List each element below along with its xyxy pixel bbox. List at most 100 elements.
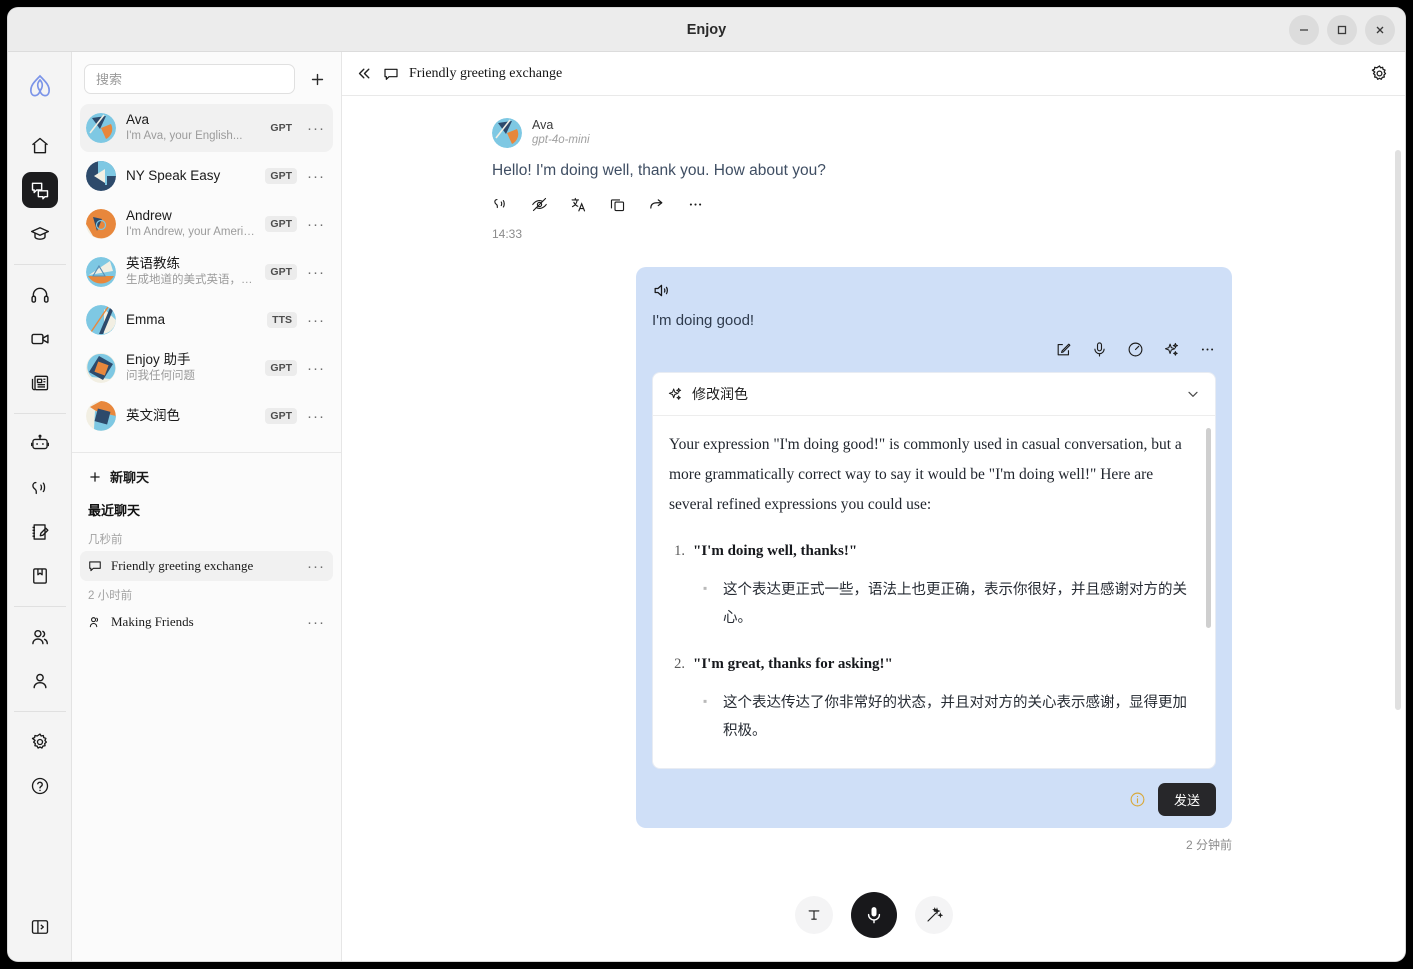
assistant-more-button[interactable]: ··· [307,265,325,280]
sidebar-item-bots[interactable] [22,426,58,462]
eye-off-icon[interactable] [531,196,548,213]
chat-scroll-region: Ava gpt-4o-mini Hello! I'm doing well, t… [342,96,1405,869]
user-message-bubble: I'm doing good! [636,267,1232,828]
sidebar-item-chats[interactable] [22,172,58,208]
sidebar-item-pronunciation[interactable] [22,470,58,506]
sidebar-item-settings[interactable] [22,724,58,760]
sidebar-item-help[interactable] [22,768,58,804]
speaker-icon[interactable] [652,281,1216,300]
chat-item-more-button[interactable]: ··· [307,559,325,574]
magic-wand-icon [925,906,943,924]
magic-tools-button[interactable] [915,896,953,934]
assistant-name: Enjoy 助手 [126,352,255,369]
assistant-badge: GPT [265,168,297,184]
sender-name: Ava [532,118,590,133]
assistant-more-button[interactable]: ··· [307,313,325,328]
chat-item-making-friends[interactable]: Making Friends ··· [80,607,333,637]
assistant-more-button[interactable]: ··· [307,409,325,424]
chat-bubble-icon [88,559,102,573]
assistant-item-emma[interactable]: Emma TTS ··· [80,296,333,344]
assistant-more-button[interactable]: ··· [307,169,325,184]
assistant-text: 英语教练 生成地道的美式英语，纽约... [126,256,255,288]
assistant-text: Enjoy 助手 问我任何问题 [126,352,255,384]
new-chat-button[interactable]: 新聊天 [72,453,341,496]
sidebar-item-home[interactable] [22,128,58,164]
assistant-more-button[interactable]: ··· [307,217,325,232]
bullet-icon: ▪ [703,689,711,746]
collapse-sidebar-button[interactable] [356,65,373,82]
assistant-message-text: Hello! I'm doing well, thank you. How ab… [492,162,1387,180]
sidebar-item-articles[interactable] [22,365,58,401]
panel-scrollbar[interactable] [1206,428,1211,628]
list-item: 1. "I'm doing well, thanks!" [669,543,1197,560]
title-bar: Enjoy [8,8,1405,52]
chevron-down-icon[interactable] [1185,386,1201,402]
close-button[interactable] [1365,15,1395,45]
sidebar-item-profile[interactable] [22,663,58,699]
assistant-text: Ava I'm Ava, your English... [126,112,255,144]
sparkles-icon[interactable] [1163,341,1180,358]
info-circle-icon[interactable] [1129,791,1146,808]
assistant-item-andrew[interactable]: Andrew I'm Andrew, your America... GPT ·… [80,200,333,248]
avatar [86,401,116,431]
voice-record-button[interactable] [851,892,897,938]
translate-icon[interactable] [570,196,587,213]
assistant-badge: GPT [265,360,297,376]
list-item: 2. "I'm great, thanks for asking!" [669,656,1197,673]
assistant-message-time: 14:33 [492,227,1387,241]
minimize-button[interactable] [1289,15,1319,45]
avatar [86,257,116,287]
more-icon[interactable] [1199,341,1216,358]
assistant-message-actions [492,196,1387,213]
sidebar-item-community[interactable] [22,619,58,655]
chat-item-friendly-greeting-exchange[interactable]: Friendly greeting exchange ··· [80,551,333,581]
chevron-double-left-icon [356,65,373,82]
toggle-sidebar-button[interactable] [22,909,58,945]
assistant-desc: I'm Andrew, your America... [126,225,255,241]
speak-icon[interactable] [492,196,509,213]
send-button[interactable]: 发送 [1158,783,1216,816]
chat-bubble-icon [383,66,399,82]
assistant-badge: GPT [265,216,297,232]
avatar [86,353,116,383]
assistant-item-enjoy-helper[interactable]: Enjoy 助手 问我任何问题 GPT ··· [80,344,333,392]
avatar [86,161,116,191]
more-icon[interactable] [687,196,704,213]
assistant-item-ava[interactable]: Ava I'm Ava, your English... GPT ··· [80,104,333,152]
chat-settings-button[interactable] [1370,64,1389,83]
avatar [86,305,116,335]
sidebar-item-notes[interactable] [22,514,58,550]
text-input-mode-button[interactable] [795,896,833,934]
sidebar-item-courses[interactable] [22,216,58,252]
sidebar-item-vocabulary[interactable] [22,558,58,594]
list-note: 这个表达更正式一些，语法上也更正确，表示你很好，并且感谢对方的关心。 [723,576,1197,633]
sidebar-item-videos[interactable] [22,321,58,357]
assistant-more-button[interactable]: ··· [307,361,325,376]
search-input[interactable] [84,64,295,94]
assistant-badge: GPT [265,120,297,136]
forward-icon[interactable] [648,196,665,213]
maximize-button[interactable] [1327,15,1357,45]
app-window: Enjoy [8,8,1405,961]
microphone-icon[interactable] [1091,341,1108,358]
assistant-item-english-coach[interactable]: 英语教练 生成地道的美式英语，纽约... GPT ··· [80,248,333,296]
refine-list: 1. "I'm doing well, thanks!" ▪ 这个表达更正式一些… [669,543,1197,746]
assistant-item-english-polish[interactable]: 英文润色 GPT ··· [80,392,333,440]
assistant-more-button[interactable]: ··· [307,121,325,136]
sender-info: Ava gpt-4o-mini [532,118,590,148]
chat-scrollbar[interactable] [1395,150,1401,710]
sidebar-item-audios[interactable] [22,277,58,313]
rail-divider-2 [14,413,66,414]
copy-icon[interactable] [609,196,626,213]
gauge-icon[interactable] [1127,341,1144,358]
rail-divider-4 [14,711,66,712]
avatar [86,113,116,143]
chat-item-more-button[interactable]: ··· [307,615,325,630]
gear-icon [1370,64,1389,83]
assistant-message: Ava gpt-4o-mini Hello! I'm doing well, t… [342,96,1387,241]
add-assistant-button[interactable] [305,67,329,91]
refine-panel-header[interactable]: 修改润色 [653,373,1215,416]
assistant-item-ny-speak-easy[interactable]: NY Speak Easy GPT ··· [80,152,333,200]
avatar [492,118,522,148]
edit-icon[interactable] [1055,341,1072,358]
